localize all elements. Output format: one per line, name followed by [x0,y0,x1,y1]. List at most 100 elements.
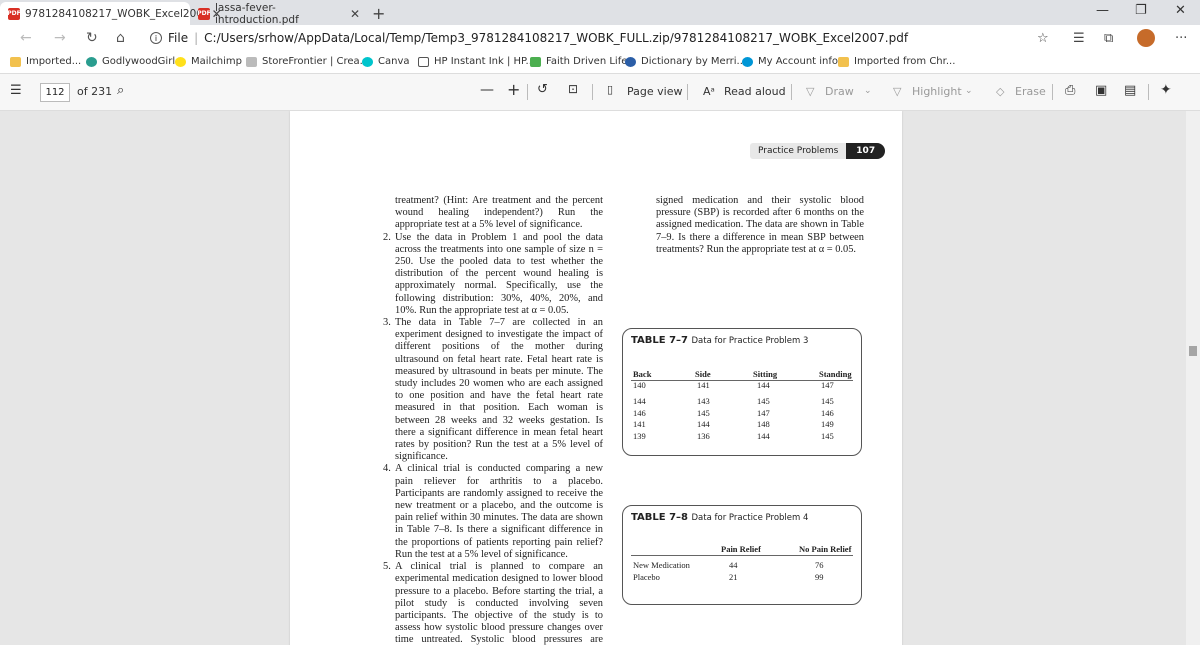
table-7-8: TABLE 7–8 Data for Practice Problem 4 Pa… [622,505,862,605]
bookmark-canva[interactable]: Canva [362,56,410,67]
favorite-add-icon[interactable]: ☆ [1037,31,1049,46]
table-cell: 148 [757,419,770,429]
table-cell: 147 [821,380,834,390]
pdf-page: Practice Problems 107 treatment? (Hint: … [290,111,902,645]
read-aloud-icon: Aᵃ [703,85,715,98]
table-cell: 76 [815,560,824,570]
running-head: Practice Problems 107 [750,143,886,159]
close-icon[interactable]: ✕ [350,7,360,21]
search-icon[interactable]: ⌕ [117,83,124,98]
table-header: Pain Relief [721,544,761,554]
table-caption: TABLE 7–7 Data for Practice Problem 3 [631,335,809,346]
profile-avatar[interactable] [1137,29,1155,47]
bookmark-mailchimp[interactable]: Mailchimp [175,56,242,67]
bookmark-godlywoodgirl[interactable]: GodlywoodGirl [86,56,175,67]
canva-icon [362,56,373,67]
document-icon [418,56,429,67]
table-cell: 140 [633,380,646,390]
table-cell: 146 [821,408,834,418]
table-cell: 143 [697,396,710,406]
tab-workbook-pdf[interactable]: PDF 9781284108217_WOBK_Excel20C ✕ [0,2,222,25]
new-tab-button[interactable]: + [372,4,385,23]
table-cell: 145 [757,396,770,406]
table-cell: Placebo [633,572,660,582]
rotate-icon[interactable]: ↺ [537,82,548,97]
table-header: Back [633,369,652,379]
table-cell: 145 [821,431,834,441]
scrollbar-thumb[interactable] [1189,346,1197,356]
minimize-button[interactable]: — [1096,3,1109,18]
table-cell: 145 [821,396,834,406]
info-icon[interactable]: i [150,32,162,44]
tab-title: 9781284108217_WOBK_Excel20C [25,7,204,20]
pin-icon[interactable]: ✦ [1160,82,1172,98]
table-cell: 144 [633,396,646,406]
page-view-button[interactable]: Page view [627,85,682,98]
page-total: of 231 [77,85,113,98]
contents-icon[interactable]: ☰ [10,83,22,98]
table-grid: Back Side Sitting Standing 140 141 144 1… [631,369,853,449]
bookmarks-bar: Imported... GodlywoodGirl Mailchimp Stor… [0,52,1200,74]
tab-lassa-pdf[interactable]: PDF lassa-fever-introduction.pdf ✕ [190,2,368,26]
problem-4: 4. A clinical trial is conducted comparin… [383,463,603,560]
problem-3: 3. The data in Table 7–7 are collected in… [383,317,603,463]
problem-5: 5. A clinical trial is planned to compare… [383,561,603,645]
table-header: Side [695,369,711,379]
bookmark-imported[interactable]: Imported... [10,56,81,67]
bookmark-hp-instant-ink[interactable]: HP Instant Ink | HP... [418,56,535,67]
folder-icon [838,56,849,67]
collections-icon[interactable]: ⧉ [1104,31,1113,46]
bookmark-storefrontier[interactable]: StoreFrontier | Crea... [246,56,369,67]
bookmark-imported-from-chrome[interactable]: Imported from Chr... [838,56,955,67]
table-cell: 146 [633,408,646,418]
save-icon[interactable]: ▣ [1095,83,1107,98]
chevron-down-icon[interactable]: ⌄ [965,86,973,96]
table-cell: 144 [757,380,770,390]
draw-button[interactable]: Draw [825,85,854,98]
read-aloud-button[interactable]: Read aloud [724,85,786,98]
save-as-icon[interactable]: ▤ [1124,83,1136,98]
print-icon[interactable]: ⎙ [1065,83,1075,98]
site-icon [86,56,97,67]
close-window-button[interactable]: ✕ [1175,3,1186,18]
refresh-icon[interactable]: ↻ [86,30,98,46]
table-cell: 44 [729,560,738,570]
back-icon[interactable]: ← [20,30,32,46]
zoom-out-icon[interactable]: — [480,82,494,98]
folder-icon [10,56,21,67]
table-cell: 99 [815,572,824,582]
erase-button[interactable]: Erase [1015,85,1046,98]
address-bar-row: ← → ↻ ⌂ i File | C:/Users/srhow/AppData/… [0,25,1200,52]
url-scheme: File [168,31,189,45]
table-header: No Pain Relief [799,544,852,554]
bookmark-faith-driven-life[interactable]: Faith Driven Life [530,56,627,67]
address-field[interactable]: i File | C:/Users/srhow/AppData/Local/Te… [150,31,908,45]
page-number-input[interactable]: 112 [40,83,70,102]
table-caption: TABLE 7–8 Data for Practice Problem 4 [631,512,809,523]
highlight-icon: ▽ [893,85,902,98]
table-cell: 139 [633,431,646,441]
forward-icon[interactable]: → [54,30,66,46]
tab-strip: PDF 9781284108217_WOBK_Excel20C ✕ PDF la… [0,0,1200,26]
zoom-in-icon[interactable]: + [507,80,520,99]
pdf-toolbar: ☰ 112 of 231 ⌕ — + ↺ ⊡ ▯ Page view Aᵃ Re… [0,74,1200,111]
chevron-down-icon[interactable]: ⌄ [864,86,872,96]
site-icon [530,56,541,67]
home-icon[interactable]: ⌂ [116,30,125,46]
vertical-scrollbar[interactable] [1186,111,1200,645]
bookmark-dictionary[interactable]: Dictionary by Merri... [625,56,746,67]
table-cell: 21 [729,572,738,582]
page-view-icon: ▯ [607,83,614,96]
url-text: C:/Users/srhow/AppData/Local/Temp/Temp3_… [204,31,909,45]
intro-paragraph: treatment? (Hint: Are treatment and the … [395,195,603,231]
favorites-icon[interactable]: ☰ [1073,31,1085,46]
draw-icon: ▽ [806,85,815,98]
hp-icon [742,56,753,67]
more-menu-icon[interactable]: ··· [1175,31,1187,46]
fit-page-icon[interactable]: ⊡ [568,82,578,96]
highlight-button[interactable]: Highlight [912,85,962,98]
bookmark-my-account[interactable]: My Account info [742,56,838,67]
right-paragraph: signed medication and their systolic blo… [656,195,864,255]
restore-button[interactable]: ❐ [1135,3,1147,18]
table-cell: 149 [821,419,834,429]
